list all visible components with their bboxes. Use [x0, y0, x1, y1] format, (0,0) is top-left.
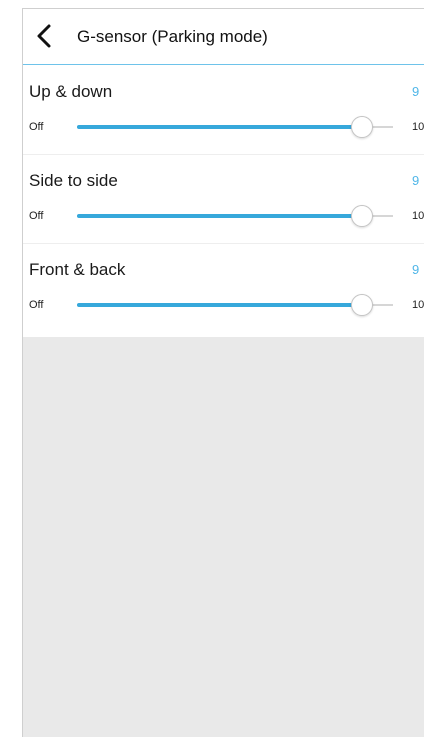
- slider-min-label: Off: [29, 299, 44, 311]
- slider-min-label: Off: [29, 210, 44, 222]
- slider-max-label: 10: [412, 121, 424, 133]
- slider-thumb[interactable]: [351, 205, 374, 227]
- setting-label: Front & back: [29, 260, 126, 279]
- setting-row-up-down: Up & down 9 Off 10: [23, 65, 424, 155]
- page-title: G-sensor (Parking mode): [77, 27, 268, 46]
- setting-value: 9: [412, 173, 420, 188]
- app-header: G-sensor (Parking mode): [23, 9, 424, 65]
- setting-row-side-to-side: Side to side 9 Off 10: [23, 154, 424, 244]
- sensitivity-slider[interactable]: [77, 294, 393, 316]
- back-button[interactable]: [33, 23, 57, 49]
- chevron-left-icon: [37, 24, 51, 48]
- phone-screen: G-sensor (Parking mode) Up & down 9 Off …: [22, 8, 424, 737]
- slider-fill: [77, 125, 362, 129]
- setting-value: 9: [412, 84, 420, 99]
- setting-label: Up & down: [29, 82, 113, 101]
- setting-row-front-back: Front & back 9 Off 10: [23, 243, 424, 332]
- slider-max-label: 10: [412, 299, 424, 311]
- slider-fill: [77, 214, 362, 218]
- sensitivity-slider[interactable]: [77, 205, 393, 227]
- slider-max-label: 10: [412, 210, 424, 222]
- sensitivity-slider[interactable]: [77, 116, 393, 138]
- slider-thumb[interactable]: [351, 116, 374, 138]
- settings-list: Up & down 9 Off 10 Side to side 9 Off 10…: [23, 65, 424, 337]
- slider-thumb[interactable]: [351, 294, 374, 316]
- slider-fill: [77, 303, 362, 307]
- setting-label: Side to side: [29, 171, 118, 190]
- slider-min-label: Off: [29, 121, 44, 133]
- setting-value: 9: [412, 262, 420, 277]
